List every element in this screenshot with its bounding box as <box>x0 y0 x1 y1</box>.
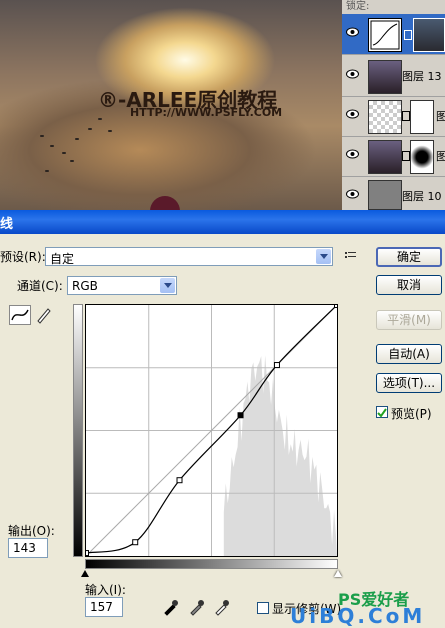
chevron-down-icon[interactable] <box>160 278 175 293</box>
white-point-slider[interactable] <box>334 570 342 577</box>
preview-label: 预览(P) <box>391 407 432 421</box>
curve-point <box>334 302 340 308</box>
preview-checkbox[interactable] <box>376 406 388 418</box>
curve-point <box>83 550 89 557</box>
options-button[interactable]: 选项(T)... <box>376 373 442 393</box>
channel-label: 通道(C): <box>17 279 63 293</box>
curves-dialog: 线 预设(R): 自定 通道(C): RGB 输出(O): 143 输入(I):… <box>0 210 445 628</box>
input-field[interactable]: 157 <box>85 597 123 617</box>
layer-name: 图层 13 <box>402 70 442 83</box>
bird <box>88 128 92 130</box>
pencil-icon[interactable] <box>35 306 53 324</box>
preset-options-icon[interactable] <box>345 250 357 260</box>
output-label: 输出(O): <box>8 524 55 538</box>
layer-thumb <box>368 140 402 174</box>
output-field[interactable]: 143 <box>8 538 48 558</box>
photo-watermark-url: HTTP://WWW.PSFLY.COM <box>130 106 283 119</box>
checkmark-icon <box>377 408 387 418</box>
smooth-button[interactable]: 平滑(M) <box>376 310 442 330</box>
layer-row-curves[interactable] <box>342 14 445 55</box>
eye-icon[interactable] <box>346 109 359 119</box>
show-clipping-checkbox[interactable] <box>257 602 269 614</box>
channel-select[interactable]: RGB <box>67 276 177 295</box>
layer-thumb <box>368 100 402 134</box>
layer-row[interactable]: 图 <box>342 96 445 137</box>
eye-icon[interactable] <box>346 189 359 199</box>
dialog-title: 线 <box>0 217 14 232</box>
input-label: 输入(I): <box>85 583 126 597</box>
lock-bar: 锁定: <box>342 0 445 14</box>
curves-thumb-icon <box>368 18 402 52</box>
curve-tool-icon <box>11 309 29 321</box>
title-bar[interactable]: 线 <box>0 210 445 234</box>
input-gradient-bar <box>85 559 338 569</box>
bird <box>98 118 102 120</box>
site-watermark-bottom: UiBQ.CoM <box>290 604 426 628</box>
eye-icon[interactable] <box>346 149 359 159</box>
canvas-photo: ®-ARLEE原创教程 HTTP://WWW.PSFLY.COM <box>0 0 342 212</box>
preset-label: 预设(R): <box>0 250 46 264</box>
auto-button[interactable]: 自动(A) <box>376 344 442 364</box>
curves-graph[interactable] <box>83 302 340 557</box>
bird <box>45 170 49 172</box>
layer-mask-thumb <box>410 140 434 174</box>
layer-row[interactable]: 图 <box>342 136 445 177</box>
cancel-button[interactable]: 取消 <box>376 275 442 295</box>
curve-point <box>273 362 280 369</box>
bird <box>50 145 54 147</box>
layer-row[interactable]: 图层 10 <box>342 176 445 211</box>
eye-icon[interactable] <box>346 69 359 79</box>
white-eyedropper-icon[interactable] <box>213 598 231 616</box>
layer-name: 图 <box>436 150 445 163</box>
bird <box>62 152 66 154</box>
layers-panel: 锁定: 图层 13 图 图 图层 10 <box>342 0 445 211</box>
link-icon <box>402 151 410 161</box>
layer-thumb <box>368 180 402 210</box>
curve-point <box>132 539 139 546</box>
bird <box>108 130 112 132</box>
bird <box>75 138 79 140</box>
channel-value: RGB <box>72 279 98 293</box>
bird <box>40 135 44 137</box>
link-icon <box>402 111 410 121</box>
black-point-slider[interactable] <box>81 570 89 577</box>
curve-point-tool[interactable] <box>9 305 31 325</box>
layer-name: 图 <box>436 110 445 123</box>
curves-svg[interactable] <box>83 302 340 557</box>
ok-button[interactable]: 确定 <box>376 247 442 267</box>
layer-name: 图层 10 <box>402 190 442 203</box>
layer-row[interactable]: 图层 13 <box>342 56 445 97</box>
curve-point <box>237 412 244 419</box>
gray-eyedropper-icon[interactable] <box>188 598 206 616</box>
bird <box>70 160 74 162</box>
preset-value: 自定 <box>50 252 75 266</box>
chevron-down-icon[interactable] <box>316 249 331 264</box>
link-icon <box>404 30 412 40</box>
layer-mask-thumb <box>410 100 434 134</box>
curve-point <box>176 477 183 484</box>
histogram <box>223 355 337 556</box>
output-gradient-bar <box>73 304 83 557</box>
eye-icon[interactable] <box>346 27 359 37</box>
black-eyedropper-icon[interactable] <box>162 598 180 616</box>
preset-select[interactable]: 自定 <box>45 247 333 266</box>
layer-thumb <box>368 60 402 94</box>
layer-mask-thumb <box>413 18 445 52</box>
